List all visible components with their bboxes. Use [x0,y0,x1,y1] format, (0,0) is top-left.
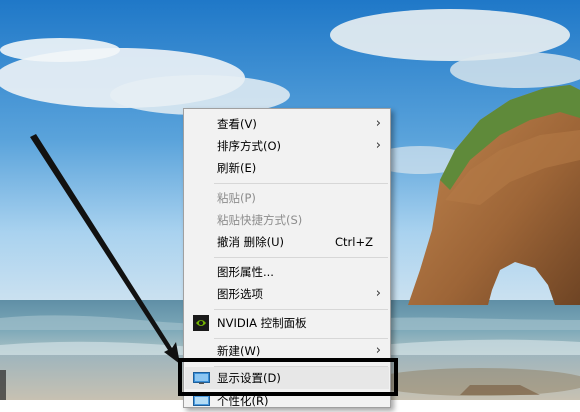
menu-item-refresh[interactable]: 刷新(E) [185,157,389,179]
menu-item-label: 粘贴(P) [217,191,256,205]
menu-item-undo-delete[interactable]: 撤消 删除(U) Ctrl+Z [185,231,389,253]
chevron-right-icon: › [375,138,381,153]
menu-item-paste[interactable]: 粘贴(P) [185,187,389,209]
menu-item-label: 撤消 删除(U) [217,235,285,249]
menu-item-label: 图形属性... [217,265,274,279]
menu-separator [214,309,388,310]
nvidia-icon [193,315,209,331]
menu-item-label: NVIDIA 控制面板 [217,316,307,330]
menu-item-label: 图形选项 [217,287,263,301]
chevron-right-icon: › [375,286,381,301]
shortcut-label: Ctrl+Z [335,235,373,249]
menu-separator [214,183,388,184]
menu-item-label: 粘贴快捷方式(S) [217,213,303,227]
menu-item-label: 查看(V) [217,117,257,131]
personalize-icon [193,395,210,406]
menu-separator [214,338,388,339]
menu-item-view[interactable]: 查看(V) › [185,113,389,135]
menu-item-paste-shortcut[interactable]: 粘贴快捷方式(S) [185,209,389,231]
menu-item-nvidia-control-panel[interactable]: NVIDIA 控制面板 [185,312,389,334]
menu-item-label: 刷新(E) [217,161,257,175]
menu-item-graphics-options[interactable]: 图形选项 › [185,283,389,305]
chevron-right-icon: › [375,116,381,131]
menu-item-label: 排序方式(O) [217,139,282,153]
menu-item-graphics-properties[interactable]: 图形属性... [185,261,389,283]
annotation-highlight-box [178,358,398,396]
menu-item-sort-by[interactable]: 排序方式(O) › [185,135,389,157]
menu-separator [214,257,388,258]
